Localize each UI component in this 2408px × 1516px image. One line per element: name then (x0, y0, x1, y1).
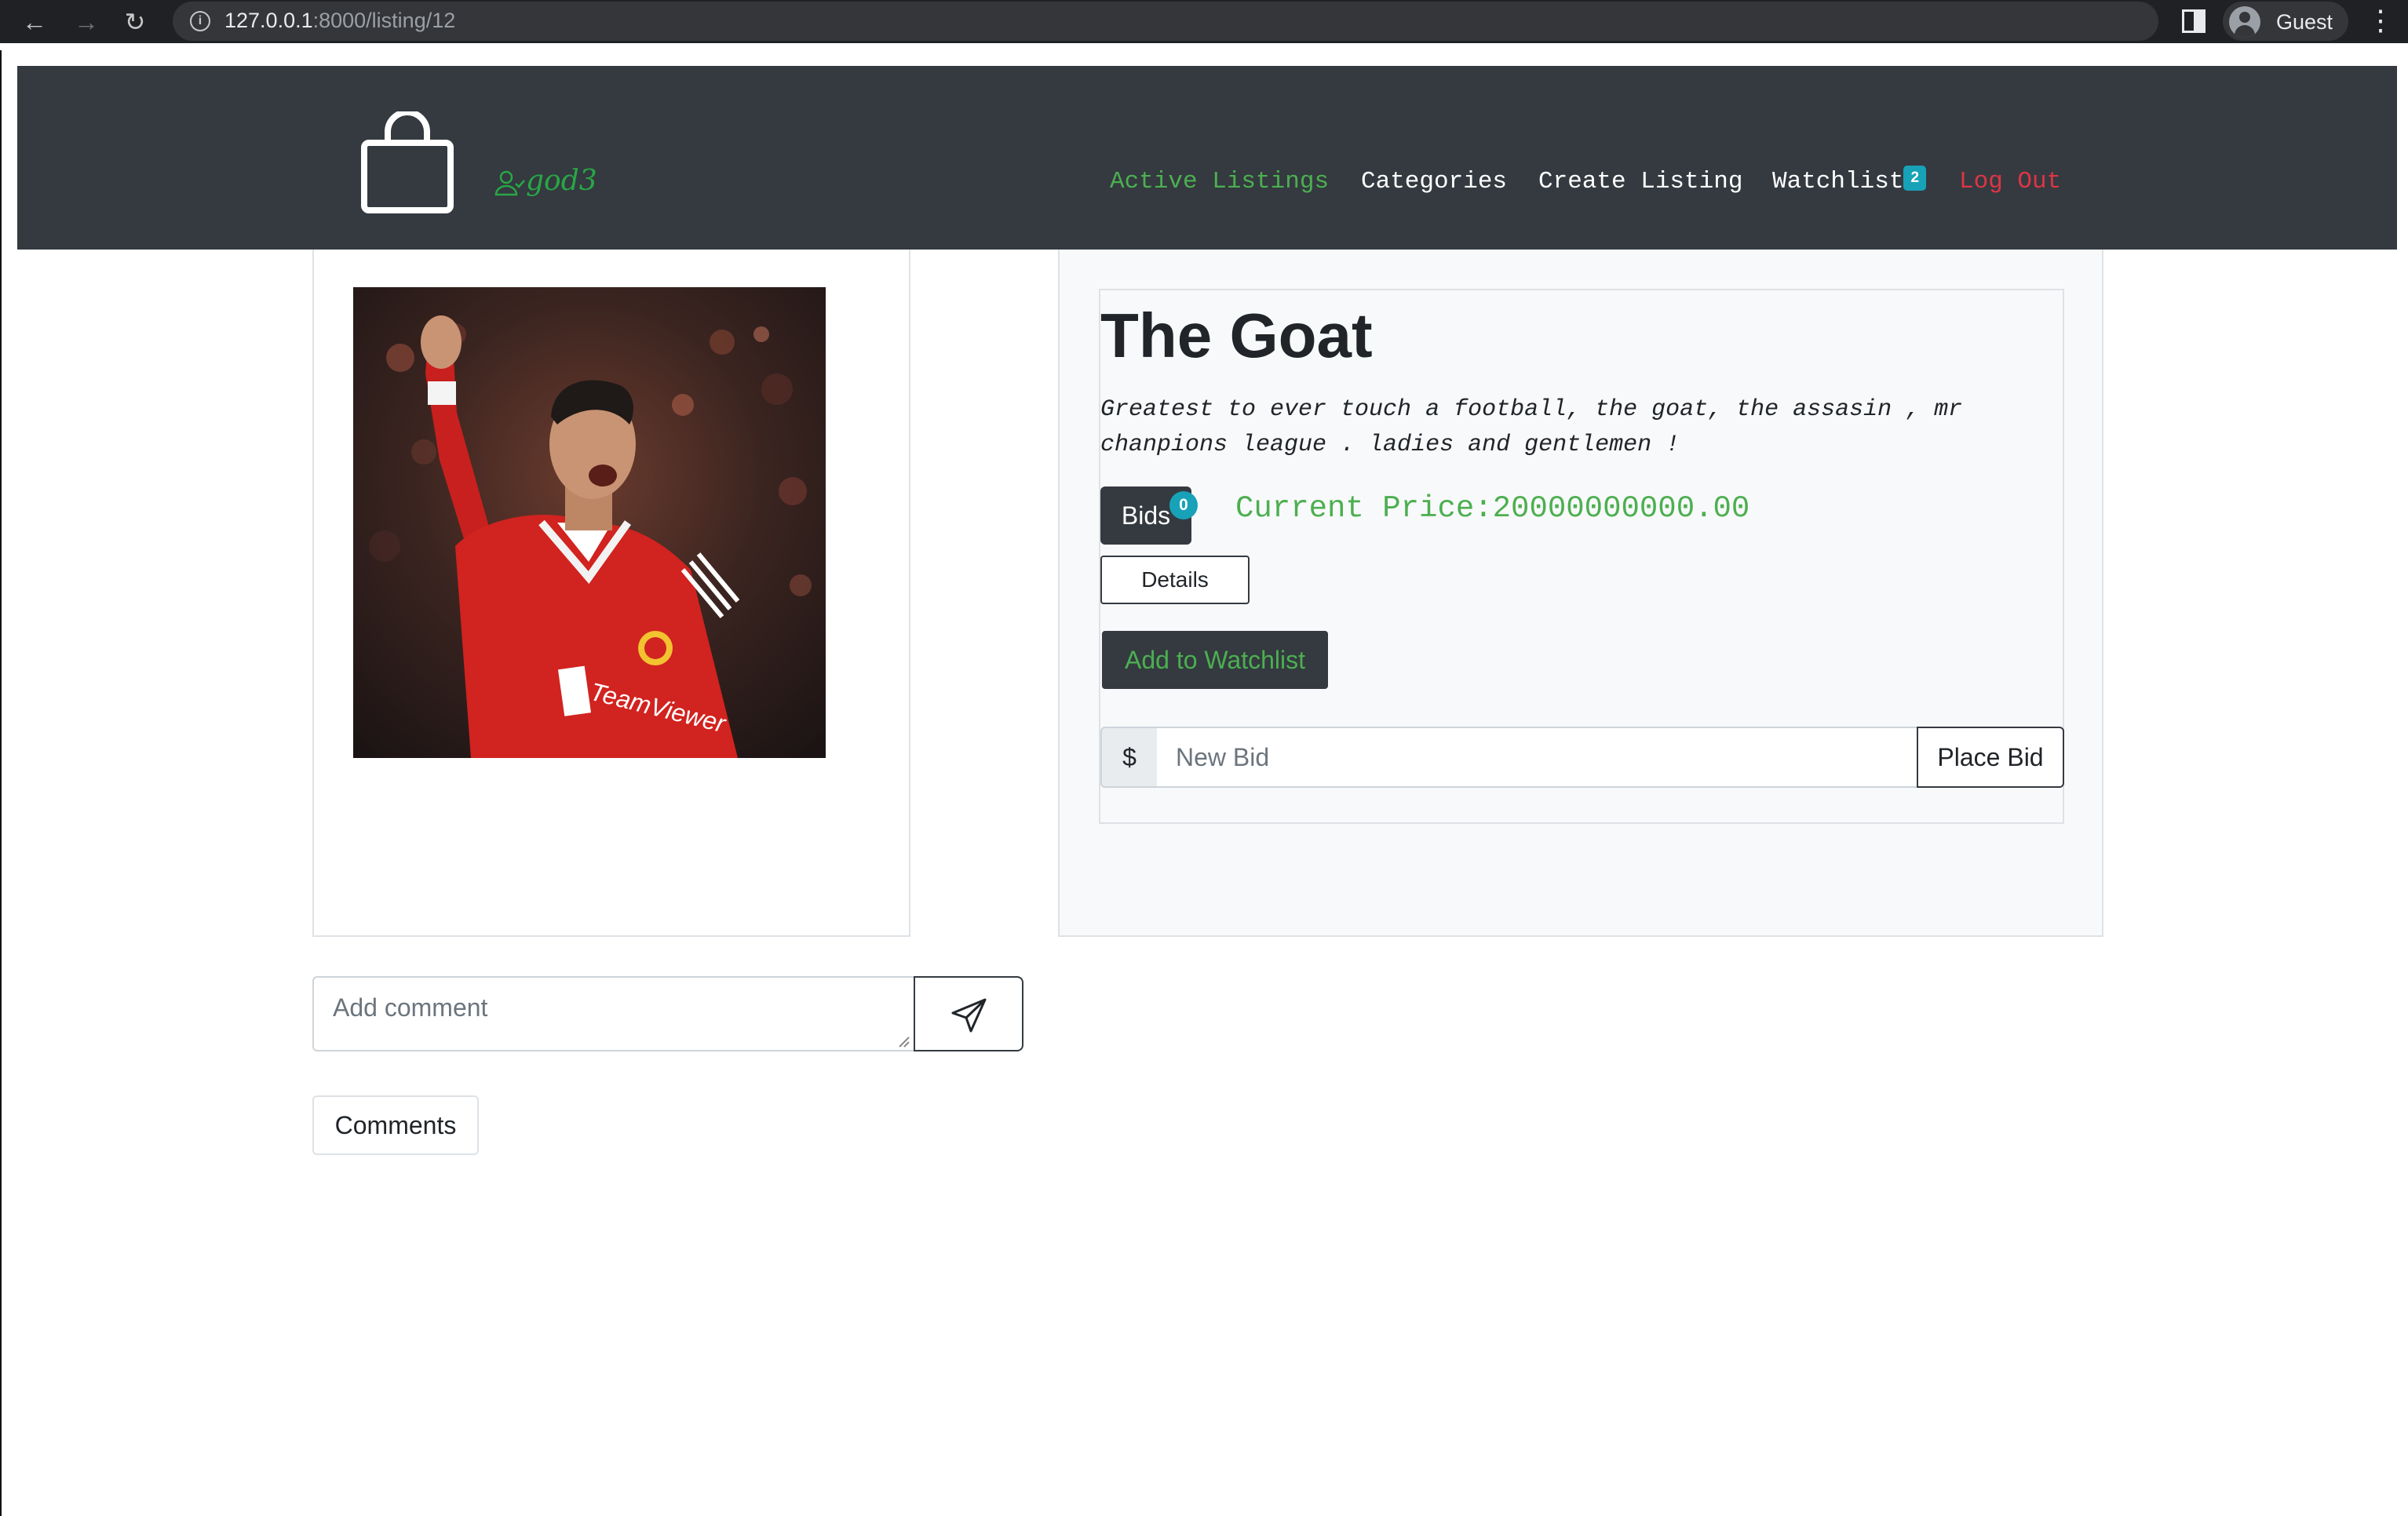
send-comment-button[interactable] (914, 976, 1023, 1051)
forward-arrow-icon[interactable]: → (71, 6, 102, 38)
comment-input[interactable] (312, 976, 915, 1051)
currency-prefix: $ (1100, 727, 1158, 788)
address-bar[interactable]: i 127.0.0.1:8000/listing/12 (173, 2, 2158, 41)
site-info-icon[interactable]: i (190, 11, 210, 31)
nav-active-listings[interactable]: Active Listings (1110, 168, 1329, 195)
bids-count-badge: 0 (1169, 491, 1198, 519)
nav-create-listing[interactable]: Create Listing (1538, 168, 1742, 195)
site-navbar: god3 Active Listings Categories Create L… (17, 66, 2397, 250)
browser-toolbar: ← → ↻ i 127.0.0.1:8000/listing/12 Guest … (0, 0, 2408, 43)
side-panel-icon[interactable] (2182, 9, 2206, 33)
profile-label: Guest (2276, 10, 2333, 34)
place-bid-button[interactable]: Place Bid (1917, 727, 2064, 788)
listing-description: Greatest to ever touch a football, the g… (1100, 392, 2042, 463)
back-arrow-icon[interactable]: ← (19, 6, 50, 38)
send-icon (951, 998, 987, 1033)
listing-title: The Goat (1100, 301, 1373, 370)
resize-grip-icon[interactable] (896, 1034, 910, 1048)
description-line: Greatest to ever touch a football, the g… (1100, 396, 1963, 423)
reload-icon[interactable]: ↻ (119, 6, 151, 38)
description-line: chanpions league . ladies and gentlemen … (1100, 432, 1680, 458)
url-text[interactable]: 127.0.0.1:8000/listing/12 (224, 9, 455, 33)
nav-watchlist[interactable]: Watchlist 2 (1772, 165, 1927, 195)
listing-image: TeamViewer (353, 287, 826, 758)
comments-button[interactable]: Comments (312, 1095, 479, 1155)
current-price: Current Price:20000000000.00 (1235, 491, 1750, 526)
add-to-watchlist-button[interactable]: Add to Watchlist (1102, 631, 1328, 689)
browser-menu-icon[interactable]: ⋮ (2366, 5, 2395, 38)
page-viewport: god3 Active Listings Categories Create L… (0, 50, 2408, 1516)
listing-card: The Goat Greatest to ever touch a footba… (1099, 289, 2064, 824)
new-bid-input[interactable] (1157, 727, 1918, 788)
image-panel: TeamViewer (312, 250, 910, 937)
url-host: 127.0.0.1 (224, 9, 313, 32)
shopping-bag-icon[interactable] (361, 111, 454, 213)
watchlist-count-badge: 2 (1903, 165, 1927, 191)
nav-categories[interactable]: Categories (1361, 168, 1507, 195)
user-check-icon (494, 170, 525, 196)
nav-watchlist-label: Watchlist (1772, 168, 1904, 195)
url-path: :8000/listing/12 (312, 9, 456, 32)
username-label[interactable]: god3 (526, 165, 597, 197)
details-panel: The Goat Greatest to ever touch a footba… (1058, 250, 2103, 937)
details-button[interactable]: Details (1100, 556, 1250, 604)
profile-button[interactable]: Guest (2223, 2, 2348, 41)
bid-form: $ Place Bid (1100, 727, 2066, 788)
avatar-icon (2229, 6, 2260, 38)
nav-log-out[interactable]: Log Out (1959, 168, 2061, 195)
